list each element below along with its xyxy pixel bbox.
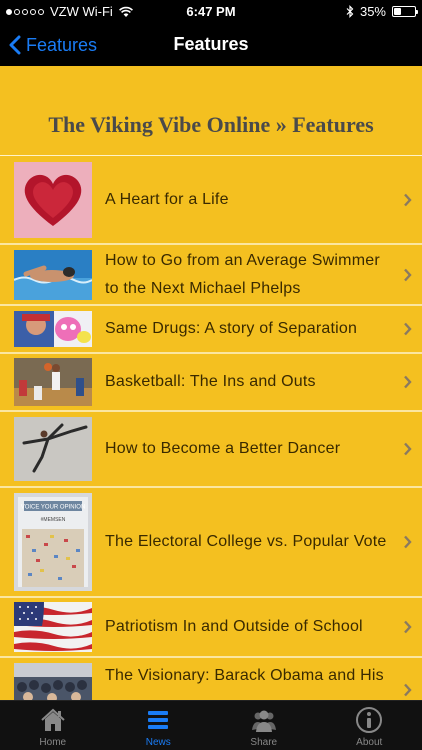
bluetooth-icon [346, 5, 354, 18]
tab-share[interactable]: Share [211, 701, 317, 750]
chevron-right-icon [404, 620, 412, 634]
article-row[interactable]: VOICE YOUR OPINION #MEMSEN The Electoral… [0, 488, 422, 598]
article-thumbnail-dancer [14, 417, 92, 481]
list-icon [148, 711, 169, 729]
article-title: The Visionary: Barack Obama and His [105, 667, 384, 684]
article-thumbnail-heart [14, 161, 92, 238]
article-row[interactable]: How to Become a Better Dancer [0, 412, 422, 488]
status-bar: VZW Wi-Fi 6:47 PM 35% [0, 0, 422, 24]
article-thumbnail-crowd [14, 663, 92, 700]
tab-home[interactable]: Home [0, 701, 106, 750]
battery-icon [392, 6, 418, 17]
navigation-bar: Features Features [0, 24, 422, 66]
home-icon [41, 708, 65, 731]
tab-label: Home [39, 737, 67, 748]
article-thumbnail-pills [14, 311, 92, 347]
chevron-right-icon [404, 322, 412, 336]
article-thumbnail-basketball [14, 358, 92, 406]
article-row[interactable]: Patriotism In and Outside of School [0, 598, 422, 658]
status-right: 35% [346, 4, 418, 19]
chevron-right-icon [404, 193, 412, 206]
tab-bar: Home News Share About [0, 700, 422, 750]
voice-sign-text: VOICE YOUR OPINION [21, 505, 86, 511]
tab-label: News [145, 737, 171, 748]
info-icon [356, 707, 383, 733]
chevron-right-icon [404, 442, 412, 456]
article-title: How to Become a Better Dancer [105, 440, 341, 457]
article-title: A Heart for a Life [105, 190, 229, 208]
tab-label: About [356, 737, 383, 748]
chevron-right-icon [404, 535, 412, 549]
tab-news[interactable]: News [106, 701, 212, 750]
article-row[interactable]: A Heart for a Life [0, 156, 422, 245]
page-title: The Viking Vibe Online » Features [48, 112, 374, 137]
article-thumbnail-swimmer [14, 249, 92, 300]
site-header: The Viking Vibe Online » Features [0, 66, 422, 155]
article-thumbnail-flag [14, 602, 92, 652]
tab-label: Share [250, 737, 278, 748]
article-title: Same Drugs: A story of Separation [105, 320, 358, 337]
chevron-right-icon [404, 375, 412, 389]
battery-percent: 35% [359, 4, 386, 19]
battery-level [394, 8, 401, 15]
voice-tag-text: #MEMSEN [41, 517, 66, 523]
article-title: Patriotism In and Outside of School [105, 618, 363, 635]
article-list: A Heart for a Life How to Go from an Ave… [0, 155, 422, 700]
chevron-right-icon [404, 683, 412, 697]
article-row[interactable]: The Visionary: Barack Obama and His [0, 658, 422, 700]
article-row[interactable]: Basketball: The Ins and Outs [0, 354, 422, 412]
article-title: How to Go from an Average Swimmer to the… [105, 251, 380, 297]
nav-title: Features [173, 34, 249, 54]
article-row[interactable]: Same Drugs: A story of Separation [0, 306, 422, 354]
chevron-right-icon [404, 268, 412, 281]
article-title: Basketball: The Ins and Outs [105, 373, 316, 390]
article-thumbnail-voice-board: VOICE YOUR OPINION #MEMSEN [14, 493, 92, 591]
people-icon [251, 710, 276, 732]
article-title: The Electoral College vs. Popular Vote [105, 533, 387, 550]
content-area[interactable]: The Viking Vibe Online » Features A Hear… [0, 66, 422, 700]
article-row[interactable]: How to Go from an Average Swimmer to the… [0, 245, 422, 306]
tab-about[interactable]: About [317, 701, 422, 750]
